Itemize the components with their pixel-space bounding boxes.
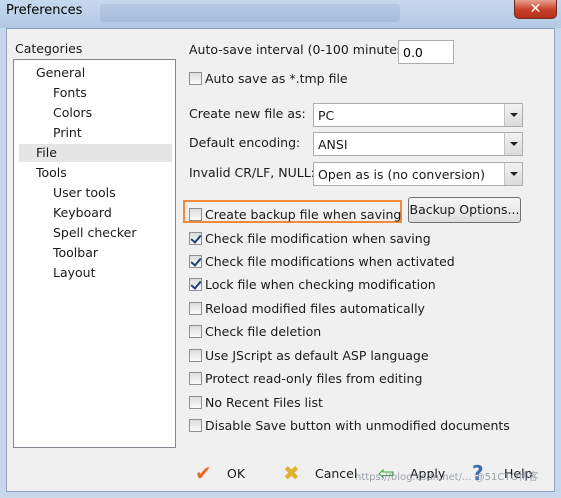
ok-label: OK <box>227 466 246 481</box>
checkbox-label: Create backup file when saving <box>205 207 402 222</box>
checkbox-label: Protect read-only files from editing <box>205 371 423 386</box>
tree-item-toolbar[interactable]: Toolbar <box>53 244 98 262</box>
checkbox-box[interactable] <box>189 419 202 432</box>
checkbox-box[interactable] <box>189 232 202 245</box>
close-button[interactable]: ✕ <box>514 0 557 19</box>
checkmark-icon: ✔ <box>195 461 212 485</box>
checkbox-label: Disable Save button with unmodified docu… <box>205 418 510 433</box>
backup-options-button[interactable]: Backup Options... <box>408 197 521 223</box>
new-file-select[interactable]: PC <box>313 103 523 127</box>
select-value: ANSI <box>318 137 348 152</box>
tree-item-label: Toolbar <box>53 245 99 260</box>
cancel-label: Cancel <box>315 466 358 481</box>
categories-tree[interactable]: General Fonts Colors Print File Tools Us… <box>13 59 176 448</box>
tree-item-print[interactable]: Print <box>53 124 82 142</box>
tree-item-user-tools[interactable]: User tools <box>53 184 116 202</box>
checkbox-label: Check file modifications when activated <box>205 254 455 269</box>
tree-item-label: Fonts <box>53 85 87 100</box>
tree-item-general[interactable]: General <box>36 64 85 82</box>
close-icon: ✕ <box>529 1 542 17</box>
checkbox-box[interactable] <box>189 72 202 85</box>
checkbox-label: Reload modified files automatically <box>205 301 425 316</box>
autosave-interval-input[interactable] <box>398 40 454 64</box>
tree-item-file[interactable]: File <box>19 144 172 162</box>
tree-item-label: Layout <box>53 265 96 280</box>
tree-item-tools[interactable]: Tools <box>36 164 67 182</box>
tree-item-label: Tools <box>36 165 67 180</box>
checkbox-box[interactable] <box>189 396 202 409</box>
chevron-down-icon[interactable] <box>504 163 522 185</box>
chevron-down-icon[interactable] <box>504 104 522 126</box>
tree-item-label: Spell checker <box>53 225 137 240</box>
tree-item-spell-checker[interactable]: Spell checker <box>53 224 136 242</box>
select-value: Open as is (no conversion) <box>318 167 485 182</box>
new-file-label: Create new file as: <box>189 106 306 121</box>
checkbox-box[interactable] <box>189 349 202 362</box>
crlf-select[interactable]: Open as is (no conversion) <box>313 162 523 186</box>
cancel-x-icon: ✖ <box>283 461 300 485</box>
encoding-label: Default encoding: <box>189 135 301 150</box>
checkbox-box[interactable] <box>189 372 202 385</box>
tree-item-label: Keyboard <box>53 205 112 220</box>
tree-item-label: Colors <box>53 105 93 120</box>
checkbox-box[interactable] <box>189 302 202 315</box>
tree-item-fonts[interactable]: Fonts <box>53 84 87 102</box>
checkbox-box[interactable] <box>189 255 202 268</box>
tree-item-keyboard[interactable]: Keyboard <box>53 204 112 222</box>
checkbox-label: Check file modification when saving <box>205 231 431 246</box>
checkbox-label: No Recent Files list <box>205 395 323 410</box>
tree-item-colors[interactable]: Colors <box>53 104 92 122</box>
title-bar[interactable]: Preferences ✕ <box>0 0 561 28</box>
checkbox-label: Use JScript as default ASP language <box>205 348 429 363</box>
crlf-label: Invalid CR/LF, NULL: <box>189 165 315 180</box>
tree-item-layout[interactable]: Layout <box>53 264 96 282</box>
checkbox-label: Lock file when checking modification <box>205 277 436 292</box>
tree-item-label: User tools <box>53 185 116 200</box>
chevron-down-icon[interactable] <box>504 133 522 155</box>
encoding-select[interactable]: ANSI <box>313 132 523 156</box>
checkbox-box[interactable] <box>189 278 202 291</box>
window-title: Preferences <box>6 3 83 18</box>
select-value: PC <box>318 108 335 123</box>
checkbox-box[interactable] <box>189 325 202 338</box>
background-window-ghost <box>100 4 400 22</box>
autosave-interval-label: Auto-save interval (0-100 minutes): <box>189 42 413 57</box>
categories-label: Categories <box>15 41 83 56</box>
tree-item-label: General <box>36 65 86 80</box>
tree-item-label: File <box>36 145 57 160</box>
checkbox-box[interactable] <box>189 208 202 221</box>
checkbox-label: Auto save as *.tmp file <box>205 71 348 86</box>
tree-item-label: Print <box>53 125 82 140</box>
checkbox-label: Check file deletion <box>205 324 322 339</box>
watermark-text: https://blog.csdn.net/... @51CTO博客 <box>355 472 539 483</box>
